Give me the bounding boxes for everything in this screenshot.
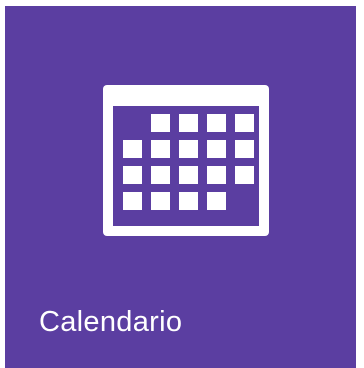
calendar-day-cell — [151, 192, 170, 210]
calendario-tile[interactable]: Calendario — [5, 6, 356, 368]
calendar-day-cell — [179, 192, 198, 210]
calendar-day-cell — [123, 140, 142, 158]
calendar-day-cell — [151, 166, 170, 184]
calendar-day-cell — [207, 140, 226, 158]
calendar-day-cell — [179, 114, 198, 132]
calendar-day-cell — [179, 166, 198, 184]
calendar-day-cell — [123, 166, 142, 184]
calendar-day-cell — [207, 192, 226, 210]
calendar-day-cell — [123, 192, 142, 210]
calendar-day-cell — [235, 166, 254, 184]
calendar-icon — [103, 85, 269, 236]
calendar-grid — [113, 106, 259, 226]
calendar-day-cell — [207, 114, 226, 132]
calendar-day-cell — [151, 140, 170, 158]
tile-label: Calendario — [39, 306, 183, 338]
calendar-day-cell — [207, 166, 226, 184]
calendar-day-cell — [179, 140, 198, 158]
calendar-day-cell — [151, 114, 170, 132]
calendar-day-cell — [235, 140, 254, 158]
calendar-day-cell — [235, 114, 254, 132]
